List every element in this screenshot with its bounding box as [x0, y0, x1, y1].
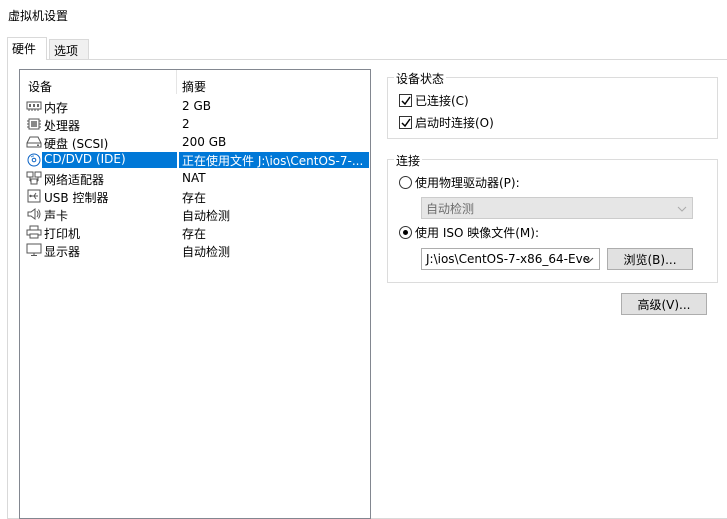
iso-image-label: 使用 ISO 映像文件(M): [415, 226, 539, 240]
device-row-sound-card[interactable]: 声卡 自动检测 [20, 205, 370, 223]
display-icon [26, 243, 42, 257]
device-name: USB 控制器 [44, 191, 109, 205]
browse-button[interactable]: 浏览(B)... [607, 248, 693, 270]
device-name: 声卡 [44, 209, 69, 223]
tab-options[interactable]: 选项 [49, 39, 89, 59]
physical-drive-value: 自动检测 [426, 201, 475, 216]
iso-image-radio[interactable]: 使用 ISO 映像文件(M): [399, 224, 539, 241]
iso-path-combobox[interactable]: J:\ios\CentOS-7-x86_64-Eve [421, 248, 600, 270]
chevron-down-icon [677, 203, 687, 213]
device-rows: 内存 2 GB 处理器 2 硬盘 (SCSI) 200 GB CD/DVD (I… [20, 97, 370, 259]
device-name: 显示器 [44, 245, 81, 259]
device-list-header: 设备 摘要 [20, 70, 370, 94]
device-row-cd-dvd[interactable]: CD/DVD (IDE) 正在使用文件 J:\ios\CentOS-7-... [20, 151, 370, 169]
device-row-processor[interactable]: 处理器 2 [20, 115, 370, 133]
tab-strip: 硬件 选项 [0, 30, 727, 60]
device-summary: 200 GB [182, 135, 227, 149]
radio-unselected-icon[interactable] [399, 176, 412, 189]
checkbox-checked-icon[interactable] [399, 94, 412, 107]
device-name: 处理器 [44, 119, 81, 133]
memory-icon [26, 99, 42, 113]
device-summary: 2 GB [182, 99, 211, 113]
tab-hardware[interactable]: 硬件 [7, 37, 47, 60]
device-name: 硬盘 (SCSI) [44, 137, 109, 151]
column-divider[interactable] [176, 70, 177, 94]
device-row-printer[interactable]: 打印机 存在 [20, 223, 370, 241]
usb-controller-icon [26, 189, 42, 203]
checkbox-checked-icon[interactable] [399, 116, 412, 129]
device-summary: 正在使用文件 J:\ios\CentOS-7-... [179, 152, 369, 168]
connect-at-power-on-label: 启动时连接(O) [415, 116, 494, 130]
device-summary: 自动检测 [182, 245, 231, 259]
device-status-group: 设备状态 已连接(C) 启动时连接(O) [387, 70, 718, 139]
connect-at-power-on-checkbox[interactable]: 启动时连接(O) [399, 114, 494, 131]
radio-selected-icon[interactable] [399, 226, 412, 239]
sound-card-icon [26, 207, 42, 221]
connected-label: 已连接(C) [415, 94, 469, 108]
window-title: 虚拟机设置 [8, 9, 69, 23]
device-row-harddisk[interactable]: 硬盘 (SCSI) 200 GB [20, 133, 370, 151]
device-summary: NAT [182, 171, 206, 185]
device-list[interactable]: 设备 摘要 内存 2 GB 处理器 2 硬盘 (SCSI) 200 GB CD/… [19, 69, 371, 519]
device-row-network-adapter[interactable]: 网络适配器 NAT [20, 169, 370, 187]
device-name: CD/DVD (IDE) [42, 152, 177, 168]
connection-group: 连接 使用物理驱动器(P): 自动检测 使用 ISO 映像文件(M): J:\i… [387, 152, 718, 283]
printer-icon [26, 225, 42, 239]
harddisk-icon [26, 135, 42, 149]
device-summary: 自动检测 [182, 209, 231, 223]
device-row-usb-controller[interactable]: USB 控制器 存在 [20, 187, 370, 205]
device-row-display[interactable]: 显示器 自动检测 [20, 241, 370, 259]
device-row-memory[interactable]: 内存 2 GB [20, 97, 370, 115]
column-header-device[interactable]: 设备 [28, 78, 52, 95]
title-bar: 虚拟机设置 [0, 0, 727, 30]
device-summary: 2 [182, 117, 190, 131]
connection-title: 连接 [394, 152, 423, 169]
advanced-button[interactable]: 高级(V)... [621, 293, 707, 315]
device-summary: 存在 [182, 191, 207, 205]
chevron-down-icon[interactable] [584, 254, 594, 264]
iso-path-value: J:\ios\CentOS-7-x86_64-Eve [426, 252, 591, 266]
column-header-summary[interactable]: 摘要 [182, 78, 206, 95]
processor-icon [26, 117, 42, 131]
device-summary: 存在 [182, 227, 207, 241]
physical-drive-select: 自动检测 [421, 197, 693, 219]
device-name: 网络适配器 [44, 173, 105, 187]
cd-dvd-icon [26, 153, 42, 167]
device-status-title: 设备状态 [394, 70, 447, 87]
physical-drive-label: 使用物理驱动器(P): [415, 176, 520, 190]
connected-checkbox[interactable]: 已连接(C) [399, 92, 469, 109]
device-name: 内存 [44, 101, 69, 115]
network-adapter-icon [26, 171, 42, 185]
device-name: 打印机 [44, 227, 81, 241]
physical-drive-radio[interactable]: 使用物理驱动器(P): [399, 174, 520, 191]
